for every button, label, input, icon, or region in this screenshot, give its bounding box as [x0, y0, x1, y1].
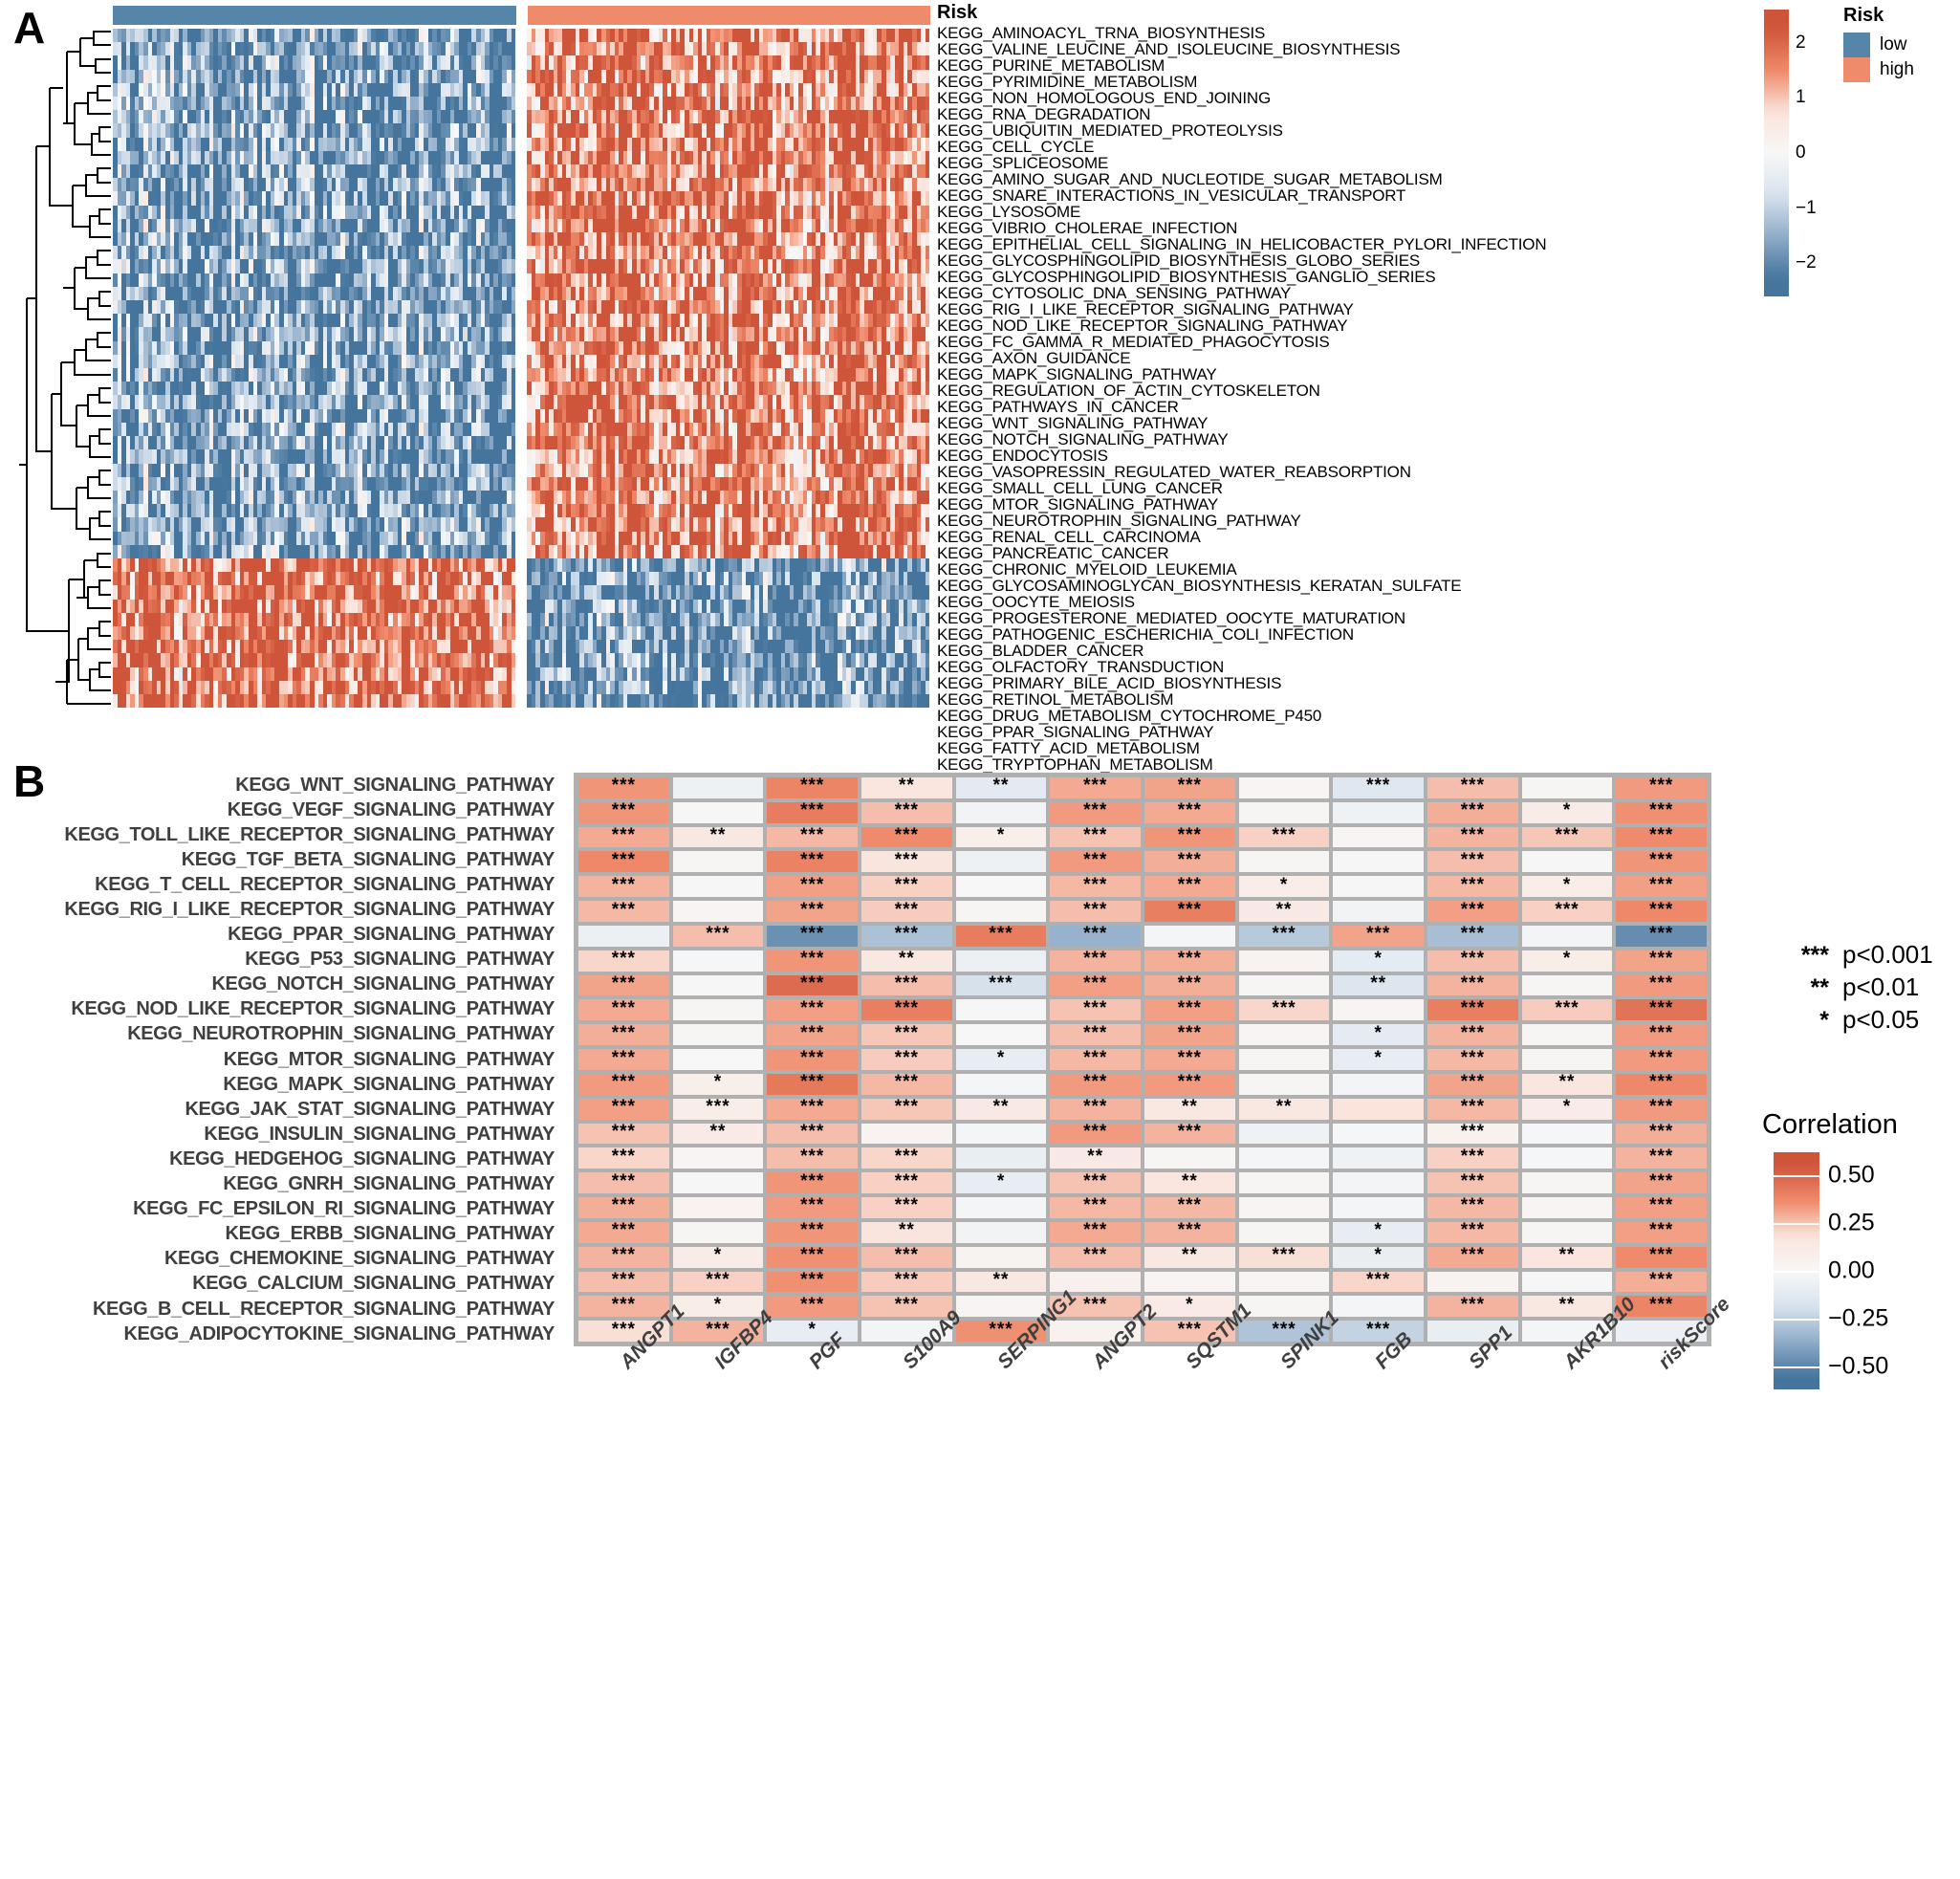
panel-a-group-gap — [515, 150, 528, 165]
panel-a-group-gap — [515, 259, 528, 273]
panel-a-heatmap-cell — [925, 218, 930, 233]
panel-a-heatmap-row — [113, 178, 930, 192]
panel-a-group-gap — [515, 110, 528, 124]
panel-a-heatmap-row — [113, 300, 930, 315]
panel-a-row-dendrogram — [19, 31, 111, 705]
panel-a-heatmap-cell — [925, 137, 930, 151]
panel-a-heatmap-row — [113, 97, 930, 111]
panel-a-heatmap-row — [113, 273, 930, 287]
panel-a-heatmap-cell — [925, 259, 930, 273]
panel-a-group-gap — [515, 340, 528, 355]
panel-a-group-gap — [515, 123, 528, 138]
panel-a-group-gap — [515, 29, 528, 43]
panel-a-heatmap-cell — [925, 314, 930, 328]
panel-a-group-gap — [515, 368, 528, 382]
panel-a-heatmap-cell — [925, 55, 930, 70]
panel-a-heatmap-cell — [925, 300, 930, 315]
panel-a-heatmap-cell — [925, 354, 930, 369]
panel-a-heatmap-cell — [925, 150, 930, 165]
panel-a-group-gap — [515, 205, 528, 219]
panel-a-heatmap-cell — [925, 69, 930, 83]
panel-a-heatmap-row — [113, 314, 930, 328]
panel-a-group-gap — [515, 300, 528, 315]
panel-a-heatmap-cell — [925, 246, 930, 260]
panel-a-heatmap-cell — [925, 286, 930, 301]
panel-a-group-gap — [515, 286, 528, 301]
panel-a-heatmap-cell — [925, 205, 930, 219]
panel-a-heatmap-row — [113, 232, 930, 247]
risk-annotation-low — [113, 6, 516, 25]
panel-a-group-gap — [515, 273, 528, 287]
panel-a-heatmap-cell — [925, 123, 930, 138]
panel-a-annotation-title: Risk — [937, 2, 978, 23]
panel-a-group-gap — [515, 314, 528, 328]
panel-a-heatmap-cell — [925, 368, 930, 382]
panel-a-heatmap-cell — [925, 29, 930, 43]
panel-a-group-gap — [515, 218, 528, 233]
annotation-gap — [515, 6, 528, 25]
panel-a-heatmap-row — [113, 354, 930, 369]
panel-a-heatmap-row — [113, 29, 930, 43]
panel-a-heatmap-row — [113, 382, 930, 396]
panel-a-heatmap-cell — [925, 164, 930, 179]
panel-a-heatmap-row — [113, 69, 930, 83]
panel-a-heatmap-row — [113, 137, 930, 151]
panel-a-heatmap-cell — [925, 178, 930, 192]
panel-a-group-gap — [515, 178, 528, 192]
panel-a-heatmap-cell — [925, 82, 930, 98]
panel-a-group-gap — [515, 354, 528, 369]
panel-a-group-gap — [515, 327, 528, 341]
panel-a-risk-annotation-bar — [113, 6, 930, 25]
panel-a-group-gap — [515, 232, 528, 247]
panel-a-heatmap-cell — [925, 97, 930, 111]
panel-a-heatmap-cell — [925, 327, 930, 341]
panel-a-heatmap-cell — [925, 110, 930, 124]
panel-a-heatmap-cell — [925, 42, 930, 56]
panel-a-heatmap-row — [113, 191, 930, 206]
panel-a-heatmap-row — [113, 327, 930, 341]
panel-a-group-gap — [515, 82, 528, 98]
panel-a-heatmap-row — [113, 123, 930, 138]
panel-a-group-gap — [515, 42, 528, 56]
panel-a-heatmap-row — [113, 218, 930, 233]
panel-a-group-gap — [515, 69, 528, 83]
risk-annotation-high — [527, 6, 930, 25]
panel-a-heatmap-row — [113, 246, 930, 260]
panel-a-heatmap-row — [113, 110, 930, 124]
panel-a-heatmap-row — [113, 340, 930, 355]
panel-a-group-gap — [515, 55, 528, 70]
panel-a-heatmap-cell — [925, 191, 930, 206]
panel-a-heatmap-cell — [925, 232, 930, 247]
panel-a-heatmap — [113, 29, 930, 709]
panel-a-heatmap-row — [113, 259, 930, 273]
panel-a-heatmap-cell — [925, 340, 930, 355]
panel-a-group-gap — [515, 164, 528, 179]
panel-a-heatmap-row — [113, 286, 930, 301]
panel-a-heatmap-row — [113, 55, 930, 70]
panel-a-heatmap-row — [113, 42, 930, 56]
panel-a-heatmap-row — [113, 82, 930, 98]
panel-a-heatmap-cell — [925, 273, 930, 287]
panel-a-heatmap-row — [113, 164, 930, 179]
panel-a-heatmap-row — [113, 205, 930, 219]
panel-a-group-gap — [515, 246, 528, 260]
panel-a-group-gap — [515, 191, 528, 206]
panel-a-group-gap — [515, 97, 528, 111]
panel-a-heatmap-row — [113, 150, 930, 165]
panel-a-group-gap — [515, 382, 528, 396]
panel-a-heatmap-row — [113, 368, 930, 382]
panel-a: A Risk KEGG_AMINOACYL_TRNA_BIOSYNTHESIS … — [0, 0, 1960, 838]
panel-a-group-gap — [515, 137, 528, 151]
